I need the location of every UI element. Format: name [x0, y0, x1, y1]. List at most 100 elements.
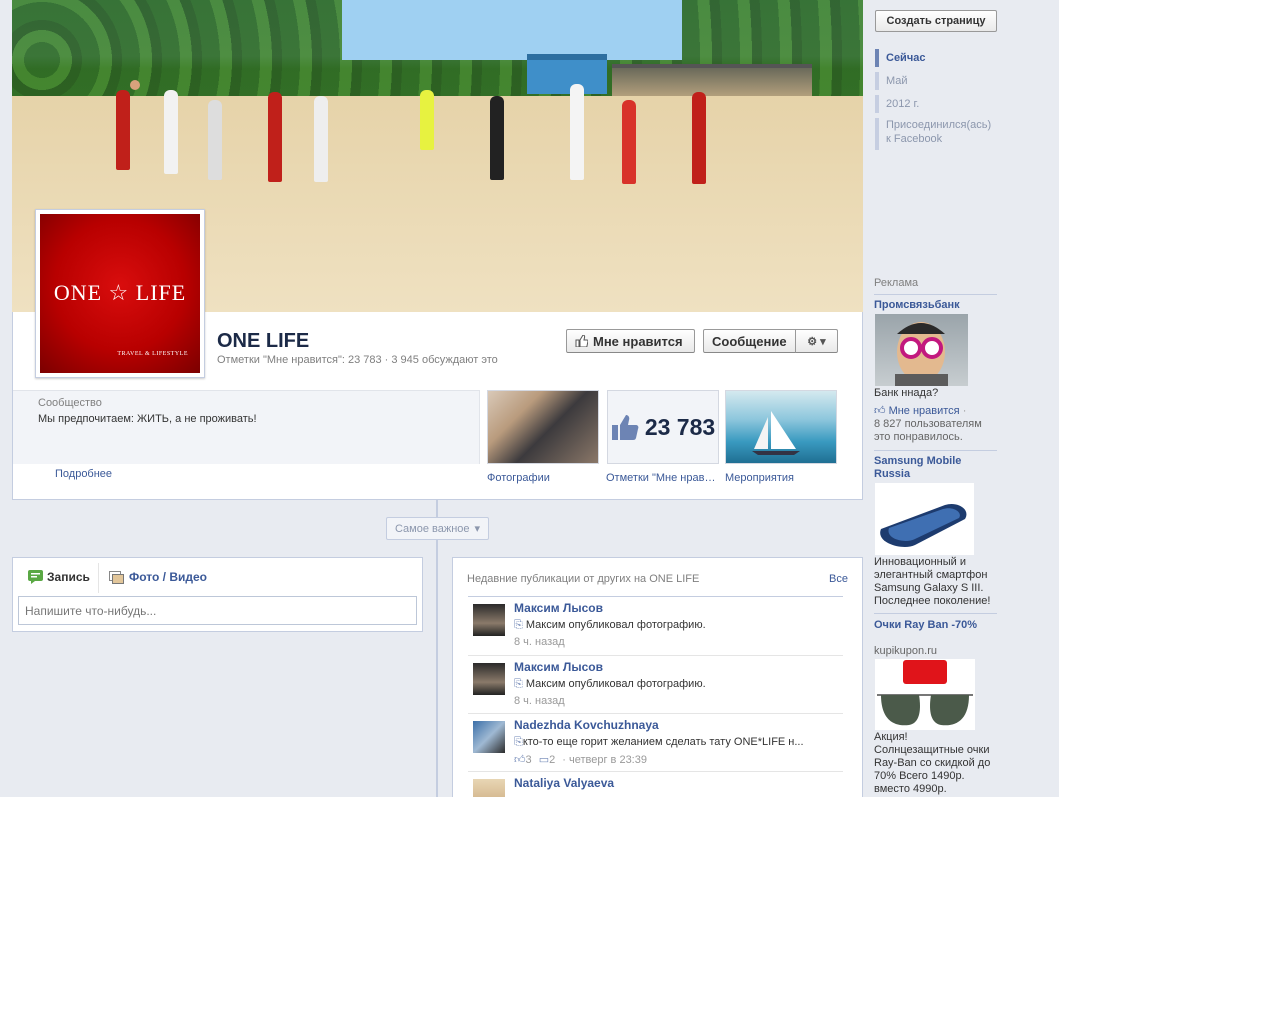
cover-person: [490, 96, 504, 180]
thumbs-up-icon: [611, 414, 639, 440]
attachment-icon: ⎘: [514, 678, 523, 690]
divider: [874, 613, 997, 614]
post-text-value: Максим опубликовал фотографию.: [525, 678, 706, 690]
page-title[interactable]: ONE LIFE: [217, 330, 309, 353]
ad-glasses-man-image: [895, 322, 948, 386]
ads-label: Реклама: [874, 277, 919, 289]
post-comment-count[interactable]: 2: [549, 754, 555, 766]
cover-sky: [342, 0, 682, 60]
ad-text: Банк ннада?: [874, 387, 939, 399]
recent-posts-all-link[interactable]: Все: [829, 573, 848, 585]
ad-text: Инновационный и элегантный смартфон Sams…: [874, 556, 991, 607]
chevron-down-icon: ▾: [474, 523, 481, 535]
ad-image[interactable]: [875, 483, 974, 555]
likes-tile-label[interactable]: Отметки "Мне нравится": [606, 472, 718, 484]
photo-icon: [109, 570, 124, 584]
about-more-link[interactable]: Подробнее: [55, 468, 112, 480]
list-item: Максим Лысов ⎘ Максим опубликовал фотогр…: [468, 655, 843, 713]
ad-title[interactable]: Samsung Mobile Russia: [874, 455, 996, 481]
composer-input[interactable]: Напишите что-нибудь...: [18, 596, 417, 625]
divider: [874, 450, 997, 451]
attachment-icon: ⎘: [514, 619, 523, 631]
recent-posts-title: Недавние публикации от других на ONE LIF…: [467, 573, 700, 585]
cover-person: [130, 80, 140, 90]
ad-image[interactable]: [875, 314, 968, 386]
comment-icon[interactable]: ▭: [539, 754, 549, 766]
avatar-logo: ONE ☆ LIFE: [53, 280, 187, 305]
sort-label: Самое важное: [394, 522, 470, 535]
tab-post[interactable]: Запись: [28, 570, 90, 584]
post-text-value: Максим опубликовал фотографию.: [525, 619, 706, 631]
cover-shed: [612, 64, 812, 98]
timeline-nav-now[interactable]: Сейчас: [875, 49, 925, 67]
ad-sunglasses-image: [877, 660, 973, 726]
ad-text: Акция! Солнцезащитные очки Ray-Ban со ск…: [874, 731, 991, 795]
ad-like-link[interactable]: 👍︎ Мне нравится ·: [874, 405, 996, 418]
facebook-page-timeline: ONE ☆ LIFE TRAVEL & LIFESTYLE ONE LIFE О…: [0, 0, 1059, 797]
thumbs-up-icon[interactable]: 👍︎: [514, 754, 526, 766]
post-author[interactable]: Nadezhda Kovchuzhnaya: [514, 718, 659, 732]
post-text: ⎘кто-то еще горит желанием сделать тату …: [514, 736, 804, 749]
sailboat-icon: [752, 411, 800, 455]
timeline-nav-joined[interactable]: Присоединился(ась) к Facebook: [875, 118, 997, 150]
timeline-nav-2012[interactable]: 2012 г.: [875, 95, 919, 113]
message-button-label: Сообщение: [712, 333, 787, 349]
cover-person: [570, 84, 584, 180]
status-icon: [28, 570, 43, 584]
cover-person: [164, 90, 178, 174]
photos-tile[interactable]: [487, 390, 599, 464]
post-time[interactable]: 8 ч. назад: [514, 636, 565, 648]
avatar[interactable]: [473, 604, 505, 636]
profile-picture-image: ONE ☆ LIFE TRAVEL & LIFESTYLE: [40, 214, 200, 373]
ad-image[interactable]: [875, 659, 975, 730]
cover-person: [622, 100, 636, 184]
list-item: Nadezhda Kovchuzhnaya ⎘кто-то еще горит …: [468, 713, 843, 771]
post-author[interactable]: Nataliya Valyaeva: [514, 776, 614, 790]
post-text: ⎘ Максим опубликовал фотографию.: [514, 678, 706, 691]
tab-photo-video[interactable]: Фото / Видео: [109, 570, 207, 584]
ad-title[interactable]: Очки Ray Ban -70%: [874, 619, 996, 632]
post-meta: 👍︎3 ▭2 · четверг в 23:39: [514, 753, 647, 766]
profile-picture[interactable]: ONE ☆ LIFE TRAVEL & LIFESTYLE: [35, 209, 205, 378]
post-time[interactable]: · четверг в 23:39: [562, 754, 647, 766]
create-page-button[interactable]: Создать страницу: [875, 10, 997, 32]
attachment-icon: ⎘: [514, 736, 523, 748]
cover-person: [692, 92, 706, 184]
post-text-value: кто-то еще горит желанием сделать тату O…: [522, 736, 804, 748]
post-time[interactable]: 8 ч. назад: [514, 695, 565, 707]
post-text: ⎘ Максим опубликовал фотографию.: [514, 619, 706, 632]
post-author[interactable]: Максим Лысов: [514, 601, 603, 615]
page-stats: Отметки "Мне нравится": 23 783 · 3 945 о…: [217, 354, 498, 366]
timeline-spine: [436, 500, 438, 797]
thumbs-up-icon: [575, 335, 588, 347]
avatar[interactable]: [473, 663, 505, 695]
divider: [874, 294, 997, 295]
avatar[interactable]: [473, 721, 505, 753]
settings-dropdown-button[interactable]: ⚙ ▾: [795, 329, 838, 353]
like-button-label: Мне нравится: [593, 333, 683, 349]
about-description: Мы предпочитаем: ЖИТЬ, а не проживать!: [38, 413, 257, 425]
timeline-nav-may[interactable]: Май: [875, 72, 908, 90]
avatar-subtitle: TRAVEL & LIFESTYLE: [117, 351, 188, 357]
thumbs-up-icon: 👍︎: [874, 405, 886, 417]
about-category: Сообщество: [38, 397, 102, 409]
tab-post-label: Запись: [47, 570, 90, 584]
like-page-button[interactable]: Мне нравится: [566, 329, 695, 353]
list-item: Nataliya Valyaeva: [468, 771, 843, 797]
events-tile-label[interactable]: Мероприятия: [725, 472, 837, 484]
list-item: Максим Лысов ⎘ Максим опубликовал фотогр…: [468, 596, 843, 654]
ad-title[interactable]: Промсвязьбанк: [874, 299, 996, 312]
gear-icon: ⚙ ▾: [807, 335, 826, 348]
ad-domain[interactable]: kupikupon.ru: [874, 645, 937, 657]
post-like-count[interactable]: 3: [526, 754, 532, 766]
ad-phone-image: [880, 503, 967, 548]
photos-tile-label[interactable]: Фотографии: [487, 472, 599, 484]
post-author[interactable]: Максим Лысов: [514, 660, 603, 674]
cover-person: [420, 90, 434, 150]
likes-tile[interactable]: 23 783: [607, 390, 719, 464]
cover-person: [268, 92, 282, 182]
message-button[interactable]: Сообщение: [703, 329, 796, 353]
avatar[interactable]: [473, 779, 505, 797]
events-tile[interactable]: [725, 390, 837, 464]
timeline-sort-dropdown[interactable]: Самое важное ▾: [386, 517, 489, 540]
